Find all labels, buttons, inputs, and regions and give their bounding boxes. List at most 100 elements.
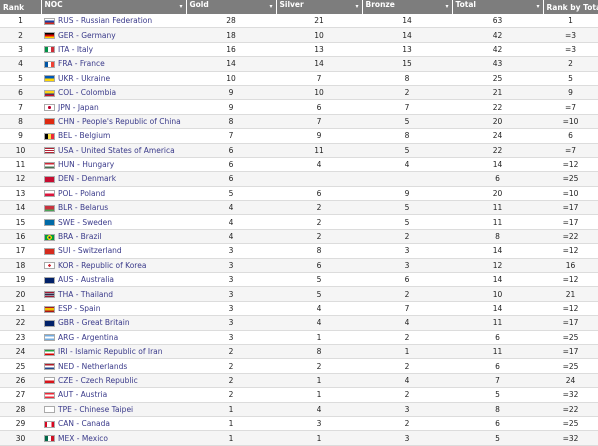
flag-icon [44, 133, 55, 140]
noc-cell[interactable]: GER - Germany [41, 28, 186, 42]
rank-cell: 1 [0, 14, 41, 28]
noc-cell[interactable]: POL - Poland [41, 186, 186, 200]
noc-cell[interactable]: THA - Thailand [41, 287, 186, 301]
noc-cell[interactable]: ARG - Argentina [41, 330, 186, 344]
noc-cell[interactable]: TPE - Chinese Taipei [41, 402, 186, 416]
silver-cell: 4 [276, 157, 362, 171]
bronze-cell: 7 [362, 301, 452, 315]
bronze-cell: 5 [362, 114, 452, 128]
col-header-total[interactable]: Total▾ [452, 0, 543, 14]
col-header-gold[interactable]: Gold▾ [186, 0, 276, 14]
noc-cell[interactable]: NED - Netherlands [41, 359, 186, 373]
total-cell: 14 [452, 301, 543, 315]
rank-by-total-cell: =22 [543, 229, 598, 243]
flag-icon [44, 363, 55, 370]
rank-by-total-cell: 16 [543, 258, 598, 272]
rank-by-total-cell: =7 [543, 143, 598, 157]
total-cell: 21 [452, 85, 543, 99]
noc-cell[interactable]: KOR - Republic of Korea [41, 258, 186, 272]
silver-cell: 10 [276, 28, 362, 42]
noc-cell[interactable]: SWE - Sweden [41, 215, 186, 229]
gold-cell: 9 [186, 100, 276, 114]
noc-cell[interactable]: FRA - France [41, 57, 186, 71]
noc-cell[interactable]: CAN - Canada [41, 416, 186, 430]
flag-icon [44, 234, 55, 241]
noc-cell[interactable]: SUI - Switzerland [41, 244, 186, 258]
rank-by-total-cell: =17 [543, 215, 598, 229]
bronze-cell: 5 [362, 215, 452, 229]
silver-cell: 4 [276, 301, 362, 315]
gold-cell: 3 [186, 330, 276, 344]
silver-cell: 1 [276, 373, 362, 387]
gold-cell: 10 [186, 71, 276, 85]
noc-cell[interactable]: RUS - Russian Federation [41, 14, 186, 28]
total-cell: 12 [452, 258, 543, 272]
col-header-noc-label: NOC [45, 0, 63, 9]
rank-by-total-cell: =10 [543, 114, 598, 128]
noc-label: GER - Germany [58, 31, 116, 40]
gold-cell: 3 [186, 258, 276, 272]
noc-label: DEN - Denmark [58, 174, 116, 183]
table-row: 5UKR - Ukraine1078255 [0, 71, 598, 85]
col-header-bronze[interactable]: Bronze▾ [362, 0, 452, 14]
noc-cell[interactable]: JPN - Japan [41, 100, 186, 114]
noc-cell[interactable]: AUT - Austria [41, 388, 186, 402]
noc-cell[interactable]: CZE - Czech Republic [41, 373, 186, 387]
silver-cell: 10 [276, 85, 362, 99]
noc-cell[interactable]: BRA - Brazil [41, 229, 186, 243]
noc-cell[interactable]: DEN - Denmark [41, 172, 186, 186]
noc-cell[interactable]: BEL - Belgium [41, 129, 186, 143]
noc-cell[interactable]: HUN - Hungary [41, 157, 186, 171]
noc-cell[interactable]: IRI - Islamic Republic of Iran [41, 344, 186, 358]
rank-by-total-cell: =22 [543, 402, 598, 416]
col-header-silver[interactable]: Silver▾ [276, 0, 362, 14]
rank-cell: 29 [0, 416, 41, 430]
col-header-rank[interactable]: Rank [0, 0, 41, 14]
flag-icon [44, 205, 55, 212]
noc-cell[interactable]: MEX - Mexico [41, 431, 186, 445]
noc-cell[interactable]: BLR - Belarus [41, 201, 186, 215]
silver-cell: 14 [276, 57, 362, 71]
bronze-cell [362, 172, 452, 186]
table-row: 24IRI - Islamic Republic of Iran28111=17 [0, 344, 598, 358]
noc-cell[interactable]: USA - United States of America [41, 143, 186, 157]
col-header-rank-by-total[interactable]: Rank by Total [543, 0, 598, 14]
gold-cell: 4 [186, 201, 276, 215]
bronze-cell: 4 [362, 373, 452, 387]
rank-cell: 30 [0, 431, 41, 445]
rank-by-total-cell: 21 [543, 287, 598, 301]
sort-down-icon: ▾ [179, 0, 182, 14]
bronze-cell: 2 [362, 388, 452, 402]
noc-label: KOR - Republic of Korea [58, 261, 146, 270]
silver-cell: 8 [276, 344, 362, 358]
flag-icon [44, 421, 55, 428]
bronze-cell: 2 [362, 330, 452, 344]
noc-cell[interactable]: ITA - Italy [41, 42, 186, 56]
noc-cell[interactable]: ESP - Spain [41, 301, 186, 315]
table-row: 11HUN - Hungary64414=12 [0, 157, 598, 171]
gold-cell: 2 [186, 388, 276, 402]
noc-label: CAN - Canada [58, 419, 110, 428]
table-row: 18KOR - Republic of Korea3631216 [0, 258, 598, 272]
noc-cell[interactable]: GBR - Great Britain [41, 316, 186, 330]
rank-cell: 5 [0, 71, 41, 85]
noc-cell[interactable]: CHN - People's Republic of China [41, 114, 186, 128]
table-row: 23ARG - Argentina3126=25 [0, 330, 598, 344]
noc-cell[interactable]: UKR - Ukraine [41, 71, 186, 85]
noc-cell[interactable]: COL - Colombia [41, 85, 186, 99]
table-row: 10USA - United States of America611522=7 [0, 143, 598, 157]
noc-cell[interactable]: AUS - Australia [41, 273, 186, 287]
rank-cell: 16 [0, 229, 41, 243]
rank-by-total-cell: 5 [543, 71, 598, 85]
table-row: 13POL - Poland56920=10 [0, 186, 598, 200]
col-header-noc[interactable]: NOC ▾ [41, 0, 186, 14]
bronze-cell: 2 [362, 287, 452, 301]
total-cell: 43 [452, 57, 543, 71]
gold-cell: 16 [186, 42, 276, 56]
rank-cell: 23 [0, 330, 41, 344]
bronze-cell: 4 [362, 157, 452, 171]
flag-icon [44, 162, 55, 169]
total-cell: 42 [452, 28, 543, 42]
noc-label: POL - Poland [58, 189, 105, 198]
table-row: 3ITA - Italy16131342=3 [0, 42, 598, 56]
